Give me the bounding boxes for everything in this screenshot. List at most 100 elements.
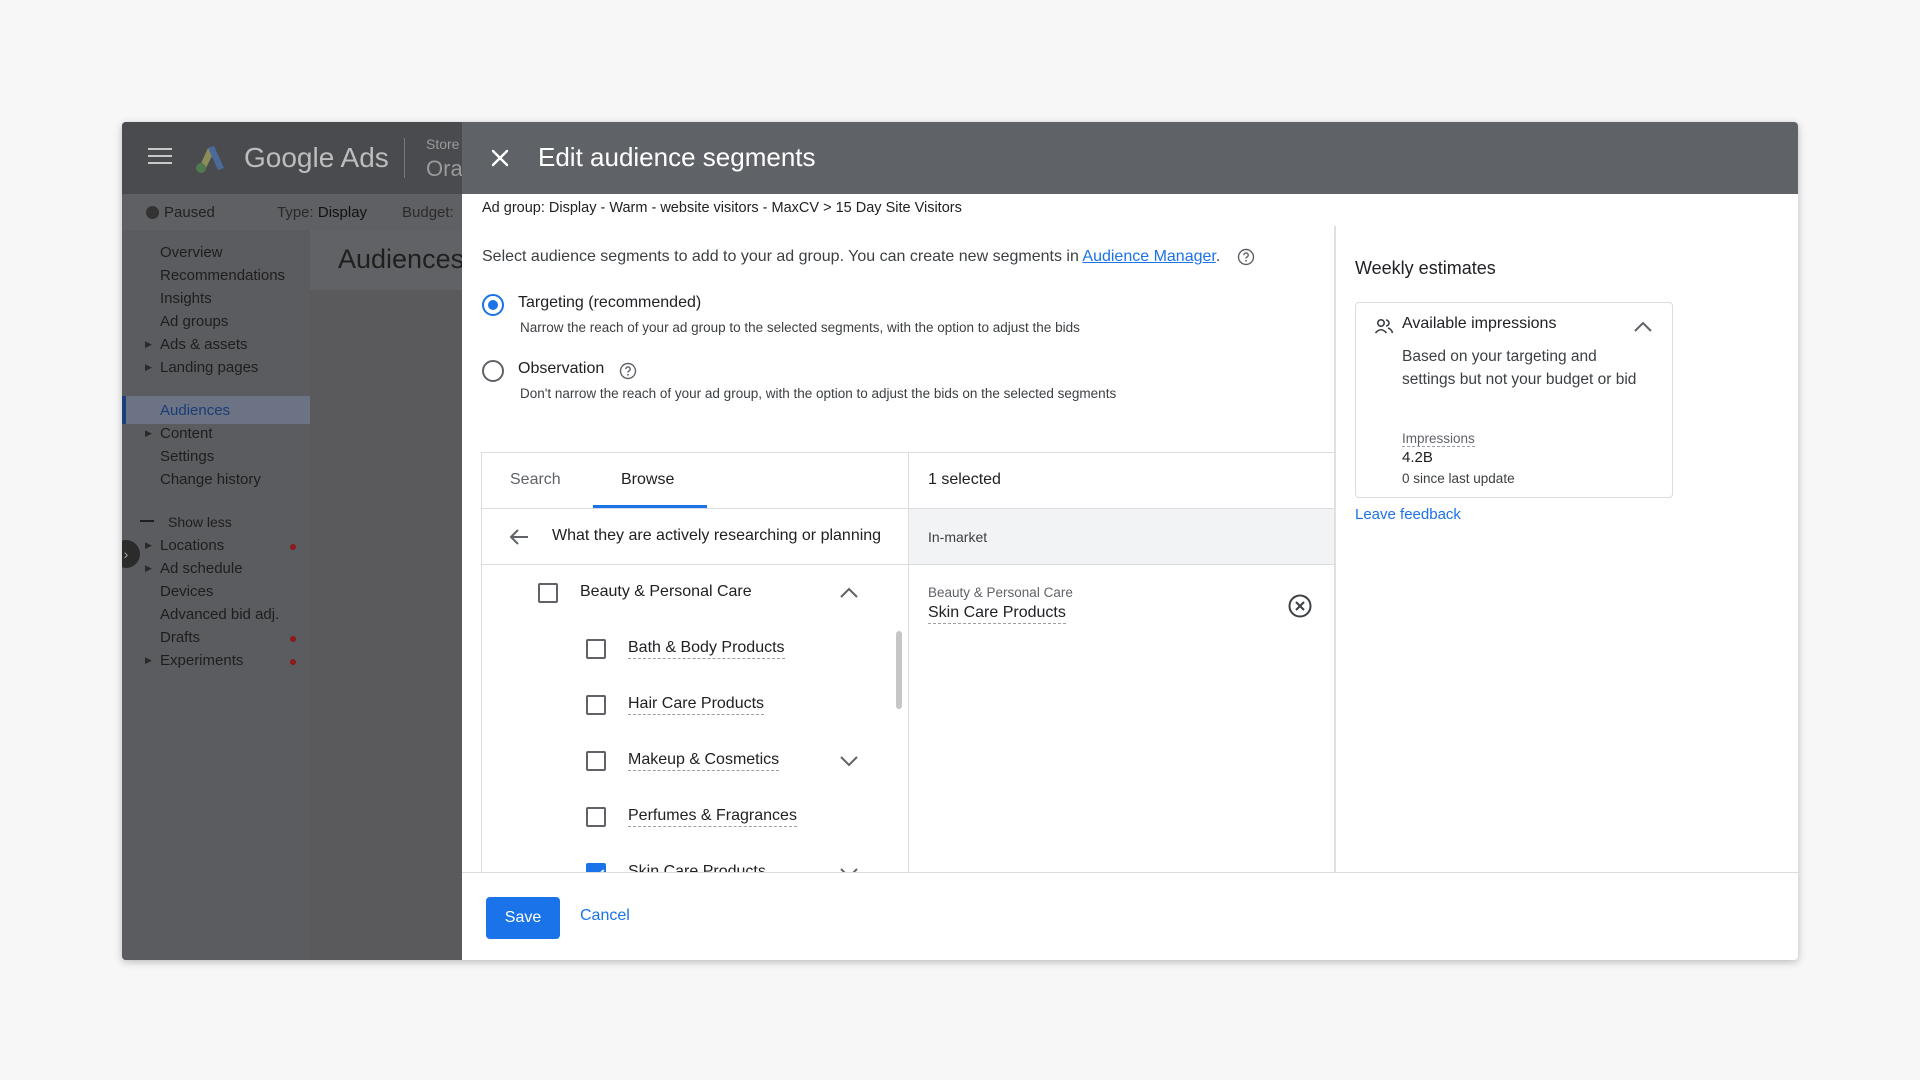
panel-footer: Save Cancel xyxy=(462,872,1798,960)
caret-right-icon: ▶ xyxy=(145,540,152,550)
sidebar-item-insights[interactable]: Insights xyxy=(160,290,212,307)
chevron-up-icon[interactable] xyxy=(1632,317,1654,337)
sidebar-item-overview[interactable]: Overview xyxy=(160,244,223,261)
observation-description: Don't narrow the reach of your ad group,… xyxy=(520,386,1117,401)
observation-radio[interactable] xyxy=(482,360,504,382)
sidebar-item-audiences[interactable]: Audiences xyxy=(160,402,230,419)
app-header: Google Ads Store Ora xyxy=(122,122,463,194)
sidebar-nav: Overview Recommendations Insights Ad gro… xyxy=(122,230,310,960)
tab-browse[interactable]: Browse xyxy=(621,471,674,489)
sidebar-item-settings[interactable]: Settings xyxy=(160,448,214,465)
sidebar-item-ads-assets[interactable]: Ads & assets xyxy=(160,336,248,353)
selected-type: In-market xyxy=(928,529,988,545)
sidebar-item-drafts[interactable]: Drafts xyxy=(160,629,200,646)
category-row: What they are actively researching or pl… xyxy=(482,509,908,565)
selected-group-header: In-market xyxy=(909,509,1335,565)
help-icon[interactable] xyxy=(619,362,637,380)
item-label: Hair Care Products xyxy=(628,694,765,715)
sidebar-item-experiments[interactable]: Experiments xyxy=(160,652,243,669)
selected-parent: Beauty & Personal Care xyxy=(928,585,1073,600)
selected-pane: 1 selected In-market Beauty & Personal C… xyxy=(909,453,1335,873)
column-divider xyxy=(1334,226,1336,872)
save-button[interactable]: Save xyxy=(486,897,560,939)
panel-title: Edit audience segments xyxy=(538,142,816,172)
menu-icon[interactable] xyxy=(148,148,172,166)
page-header: Audiences xyxy=(310,230,465,290)
sidebar-item-advanced-bid[interactable]: Advanced bid adj. xyxy=(160,606,279,623)
selected-header: 1 selected xyxy=(909,453,1335,509)
item-label: Perfumes & Fragrances xyxy=(628,806,797,827)
list-item[interactable]: Makeup & Cosmetics xyxy=(482,733,908,789)
nav-active-indicator xyxy=(122,396,126,424)
sidebar-item-devices[interactable]: Devices xyxy=(160,583,213,600)
show-less-toggle[interactable]: Show less xyxy=(168,514,232,530)
checkbox[interactable] xyxy=(586,639,606,659)
sidebar-item-recommendations[interactable]: Recommendations xyxy=(160,267,285,284)
checkbox[interactable] xyxy=(586,695,606,715)
error-dot xyxy=(290,659,296,665)
account-label: Store xyxy=(426,136,460,152)
estimates-title: Weekly estimates xyxy=(1355,258,1496,278)
item-label: Makeup & Cosmetics xyxy=(628,750,780,771)
leave-feedback-link[interactable]: Leave feedback xyxy=(1355,506,1461,523)
checkbox[interactable] xyxy=(586,751,606,771)
list-item[interactable]: Skin Care Products xyxy=(482,845,908,873)
help-icon[interactable] xyxy=(1237,248,1255,266)
picker-tabs: Search Browse xyxy=(482,453,908,509)
sidebar-item-ad-schedule[interactable]: Ad schedule xyxy=(160,560,243,577)
campaign-type: Type: Display xyxy=(277,204,368,221)
page-title: Audiences xyxy=(338,244,465,274)
metric-value: 4.2B xyxy=(1402,449,1433,466)
back-arrow-icon[interactable] xyxy=(508,527,530,547)
intro-text: Select audience segments to add to your … xyxy=(482,248,1255,266)
close-icon[interactable] xyxy=(486,144,514,172)
status-label[interactable]: Paused xyxy=(164,204,215,221)
cancel-button[interactable]: Cancel xyxy=(580,907,630,925)
app-name: Google Ads xyxy=(244,142,389,173)
category-title: What they are actively researching or pl… xyxy=(552,527,882,544)
app-window: Google Ads Store Ora Paused Type: Displa… xyxy=(122,122,1798,960)
selected-count: 1 selected xyxy=(928,471,1001,488)
edit-audience-panel: Edit audience segments Ad group: Display… xyxy=(462,122,1798,960)
item-label: Beauty & Personal Care xyxy=(580,583,752,600)
targeting-description: Narrow the reach of your ad group to the… xyxy=(520,320,1080,335)
caret-right-icon: ▶ xyxy=(145,655,152,665)
checkbox[interactable] xyxy=(586,807,606,827)
sidebar-item-locations[interactable]: Locations xyxy=(160,537,224,554)
targeting-radio[interactable] xyxy=(482,294,504,316)
account-name[interactable]: Ora xyxy=(426,156,463,182)
list-item-parent[interactable]: Beauty & Personal Care xyxy=(482,565,908,621)
header-divider xyxy=(404,138,405,178)
item-label: Bath & Body Products xyxy=(628,638,785,659)
observation-label[interactable]: Observation xyxy=(518,360,604,378)
chevron-down-icon[interactable] xyxy=(838,751,860,771)
sidebar-item-landing-pages[interactable]: Landing pages xyxy=(160,359,258,376)
list-item[interactable]: Bath & Body Products xyxy=(482,621,908,677)
remove-circle-icon[interactable] xyxy=(1287,593,1313,619)
tab-search[interactable]: Search xyxy=(510,471,561,489)
error-dot xyxy=(290,544,296,550)
sidebar-item-change-history[interactable]: Change history xyxy=(160,471,261,488)
browse-pane: Search Browse What they are actively res… xyxy=(482,453,909,873)
active-tab-indicator xyxy=(593,505,707,508)
google-ads-logo xyxy=(196,146,224,173)
caret-right-icon: ▶ xyxy=(145,362,152,372)
breadcrumb: Ad group: Display - Warm - website visit… xyxy=(482,200,962,216)
sidebar-item-ad-groups[interactable]: Ad groups xyxy=(160,313,228,330)
scrollbar[interactable] xyxy=(896,631,902,709)
campaign-budget: Budget: xyxy=(402,204,454,221)
selected-segment: Skin Care Products xyxy=(928,603,1066,624)
list-item[interactable]: Hair Care Products xyxy=(482,677,908,733)
checkbox[interactable] xyxy=(538,583,558,603)
sidebar-item-content[interactable]: Content xyxy=(160,425,213,442)
targeting-label[interactable]: Targeting (recommended) xyxy=(518,294,701,312)
impressions-card: Available impressions Based on your targ… xyxy=(1355,302,1673,498)
audience-manager-link[interactable]: Audience Manager xyxy=(1082,248,1215,265)
metric-label: Impressions xyxy=(1402,431,1475,447)
caret-right-icon: ▶ xyxy=(145,563,152,573)
error-dot xyxy=(290,636,296,642)
list-item[interactable]: Perfumes & Fragrances xyxy=(482,789,908,845)
chevron-up-icon[interactable] xyxy=(838,583,860,603)
caret-right-icon: ▶ xyxy=(145,428,152,438)
background-content: Audiences xyxy=(310,230,465,960)
